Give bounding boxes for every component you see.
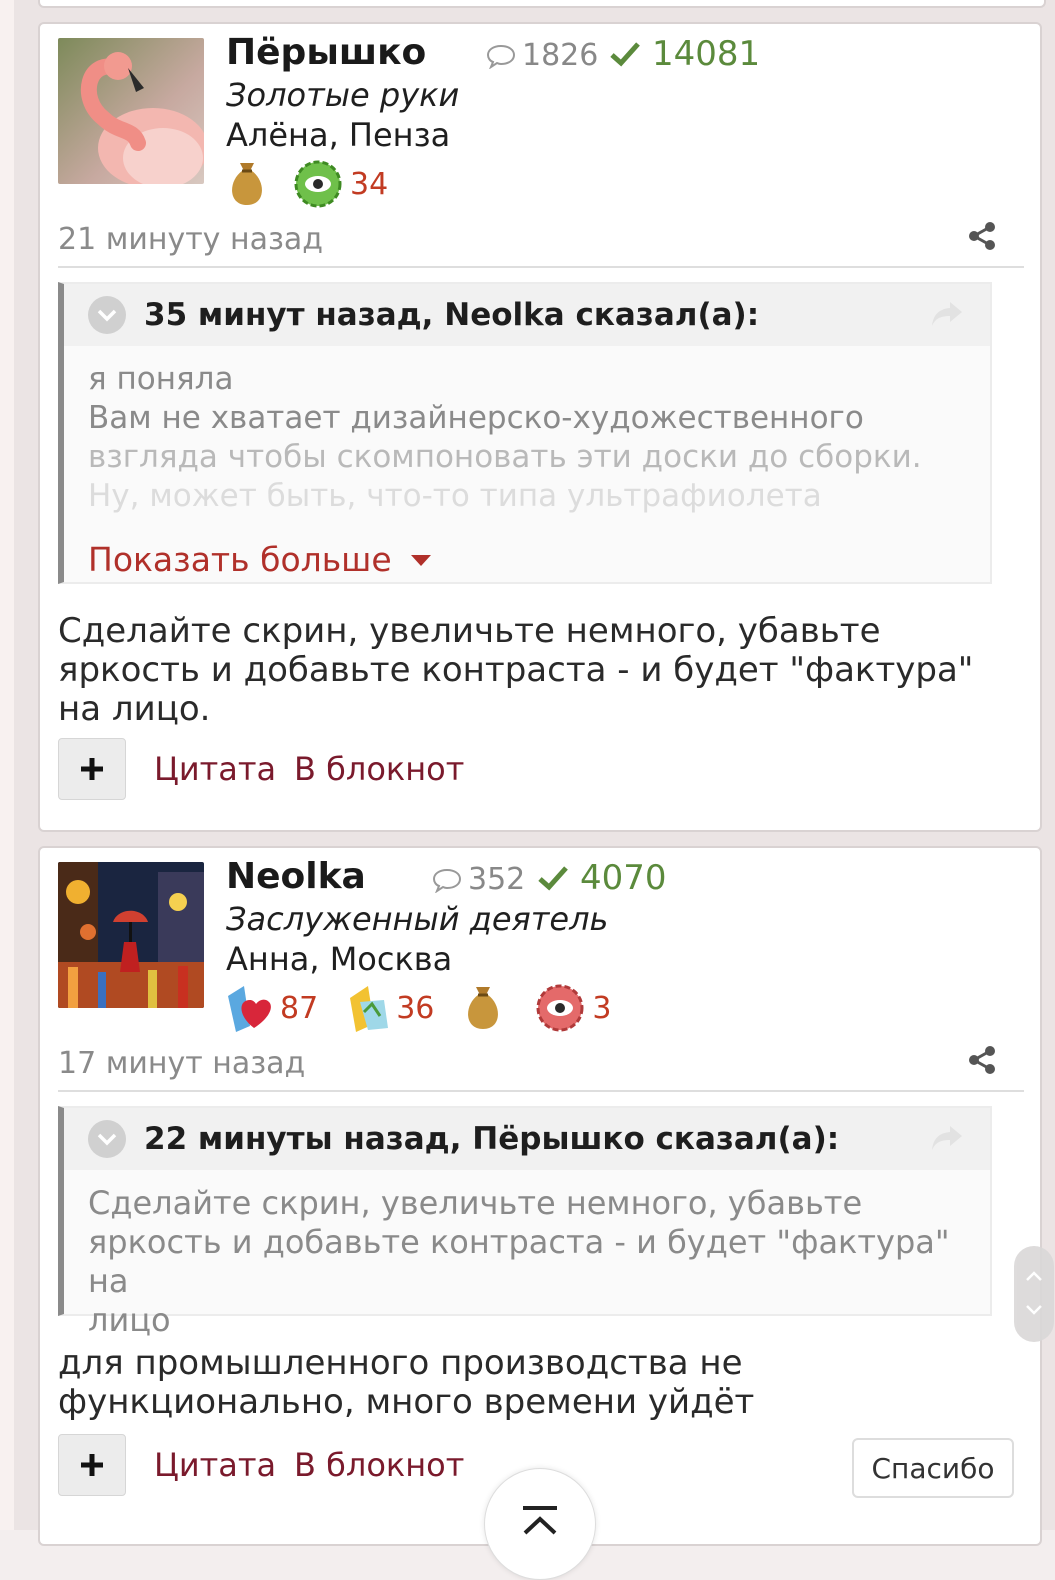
quote-link[interactable]: Цитата <box>154 1446 276 1484</box>
badge-count: 34 <box>350 166 389 202</box>
post-time[interactable]: 21 минуту назад <box>58 222 323 257</box>
comment-bubble-icon <box>432 868 462 893</box>
post-time[interactable]: 17 минут назад <box>58 1046 305 1081</box>
red-gear-eye-icon <box>536 984 584 1032</box>
reputation: 4070 <box>538 858 667 898</box>
reputation-value: 4070 <box>580 858 667 898</box>
add-button[interactable] <box>58 738 126 800</box>
quote-line: Ну, может быть, что-то типа ультрафиолет… <box>88 478 822 514</box>
avatar[interactable] <box>58 38 204 184</box>
chevron-down-icon[interactable] <box>88 1120 126 1158</box>
user-location: Алёна, Пенза <box>226 116 451 154</box>
share-icon[interactable] <box>966 1044 998 1080</box>
check-icon <box>610 42 640 67</box>
reputation-value: 14081 <box>652 34 761 74</box>
show-more-label: Показать больше <box>88 540 392 579</box>
quote-line: лицо <box>88 1301 171 1339</box>
quote-header: 35 минут назад, Neolka сказал(а): <box>64 284 990 346</box>
post: Neolka 352 4070 Заслуженный деятель Анна… <box>38 846 1042 1546</box>
comment-bubble-icon <box>486 44 516 69</box>
caret-down-icon <box>410 554 431 566</box>
quote-body: Сделайте скрин, увеличьте немного, убавь… <box>64 1170 990 1340</box>
quote-line: яркость и добавьте контраста - и будет "… <box>88 1223 950 1300</box>
money-bag-icon <box>232 163 262 205</box>
quote-line: взгляда чтобы скомпоновать эти доски до … <box>88 439 922 475</box>
heart-book-icon <box>228 986 271 1032</box>
chevron-up-icon[interactable] <box>1025 1270 1043 1282</box>
yellow-book-icon <box>350 986 389 1032</box>
page-left-border <box>0 0 15 1530</box>
quote-header-text: 22 минуты назад, Пёрышко сказал(а): <box>144 1121 840 1157</box>
post-text: для промышленного производства не функци… <box>58 1343 755 1422</box>
quote-link[interactable]: Цитата <box>154 750 276 788</box>
badge[interactable]: 36 <box>344 982 434 1034</box>
notebook-link[interactable]: В блокнот <box>294 750 464 788</box>
comments-count-value: 1826 <box>522 38 599 73</box>
reputation: 14081 <box>610 34 760 74</box>
green-gear-eye-icon <box>294 160 342 208</box>
quote-line: Сделайте скрин, увеличьте немного, убавь… <box>88 1184 863 1222</box>
username[interactable]: Пёрышко <box>226 32 426 73</box>
badge-count: 87 <box>280 990 319 1026</box>
quote-line: я поняла <box>88 361 234 397</box>
previous-post-edge <box>38 0 1046 8</box>
post: Пёрышко 1826 14081 Золотые руки Алёна, П… <box>38 22 1042 832</box>
money-bag-icon <box>468 987 499 1029</box>
comments-count: 352 <box>432 862 525 897</box>
comments-count: 1826 <box>486 38 598 73</box>
divider <box>58 1090 1024 1092</box>
badge[interactable] <box>460 983 506 1033</box>
go-to-quote-icon[interactable] <box>930 300 964 332</box>
plus-icon <box>81 758 103 780</box>
thanks-button[interactable]: Спасибо <box>852 1438 1014 1498</box>
badge[interactable]: 87 <box>224 982 318 1034</box>
plus-icon <box>81 1454 103 1476</box>
post-text: Сделайте скрин, увеличьте немного, убавь… <box>58 611 974 729</box>
user-title: Золотые руки <box>226 76 460 114</box>
scroll-navigator[interactable] <box>1014 1246 1054 1342</box>
badge-row: 87 36 3 <box>224 982 611 1034</box>
comments-count-value: 352 <box>468 862 526 897</box>
badge-count: 3 <box>592 990 612 1026</box>
chevron-down-icon[interactable] <box>1025 1304 1043 1316</box>
show-more-link[interactable]: Показать больше <box>88 540 432 579</box>
quote-header-text: 35 минут назад, Neolka сказал(а): <box>144 297 760 333</box>
avatar[interactable] <box>58 862 204 1008</box>
badge[interactable] <box>224 159 270 209</box>
scroll-to-top-button[interactable] <box>484 1468 596 1580</box>
arrow-to-top-icon <box>523 1506 557 1535</box>
notebook-link[interactable]: В блокнот <box>294 1446 464 1484</box>
user-location: Анна, Москва <box>226 940 453 978</box>
username[interactable]: Neolka <box>226 856 366 897</box>
badge[interactable]: 34 <box>290 158 388 210</box>
quote-line: Вам не хватает дизайнерско-художественно… <box>88 400 864 436</box>
badge[interactable]: 3 <box>532 982 611 1034</box>
go-to-quote-icon[interactable] <box>930 1124 964 1156</box>
quote-body: я поняла Вам не хватает дизайнерско-худо… <box>64 346 990 516</box>
check-icon <box>538 866 568 891</box>
badge-count: 36 <box>396 990 435 1026</box>
user-title: Заслуженный деятель <box>226 900 609 938</box>
chevron-down-icon[interactable] <box>88 296 126 334</box>
badge-row: 34 <box>224 158 388 210</box>
add-button[interactable] <box>58 1434 126 1496</box>
quote-block: 22 минуты назад, Пёрышко сказал(а): Сдел… <box>58 1106 992 1339</box>
divider <box>58 266 1024 268</box>
share-icon[interactable] <box>966 220 998 256</box>
quote-header: 22 минуты назад, Пёрышко сказал(а): <box>64 1108 990 1170</box>
quote-block: 35 минут назад, Neolka сказал(а): я поня… <box>58 282 992 584</box>
